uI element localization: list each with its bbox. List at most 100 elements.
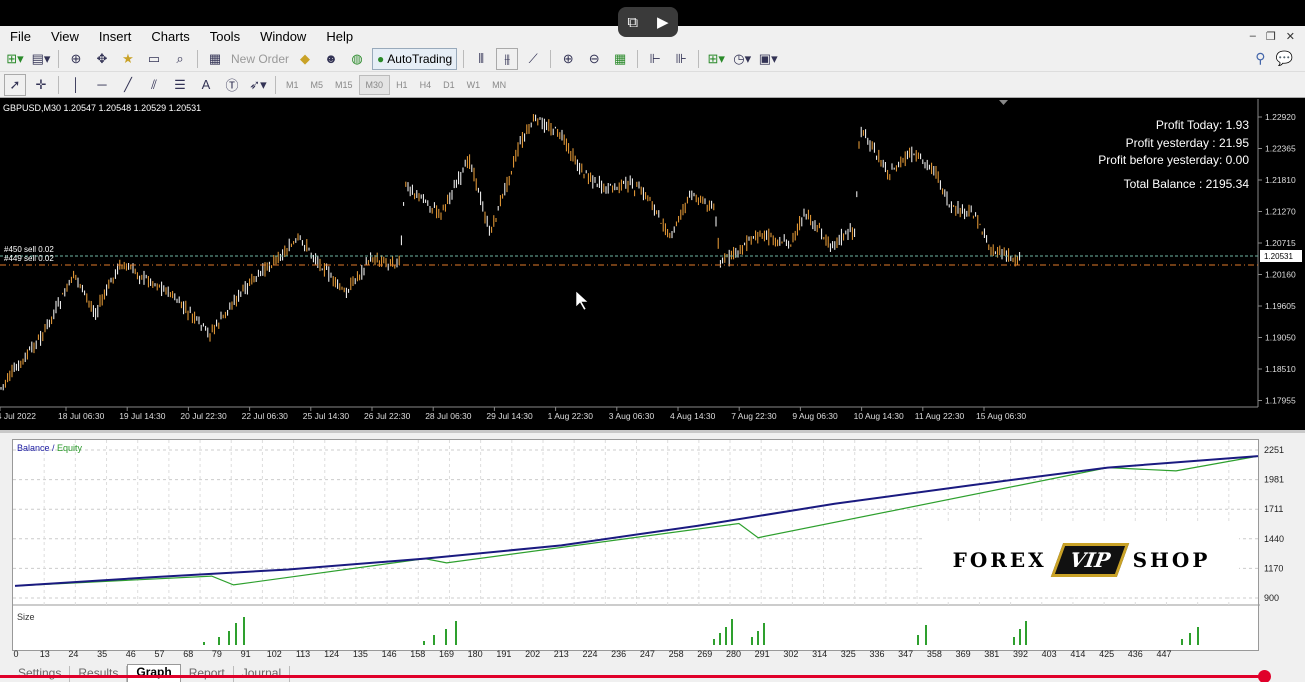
candlestick-chart-icon[interactable]: ⫵ <box>496 47 519 70</box>
current-price-label: 1.20531 <box>1264 252 1293 261</box>
search-icon[interactable]: ⚲ <box>1255 50 1265 67</box>
close-icon[interactable]: ✕ <box>1286 30 1295 43</box>
tab-graph[interactable]: Graph <box>127 664 181 682</box>
graph-y-tick-label: 900 <box>1264 593 1279 603</box>
line-chart-icon[interactable]: ⟋ <box>522 48 544 70</box>
menu-insert[interactable]: Insert <box>89 29 142 44</box>
autotrading-button[interactable]: ● AutoTrading <box>372 47 458 70</box>
tester-tabs: Settings Results Graph Report Journal <box>0 660 1305 682</box>
size-bar <box>433 635 435 645</box>
time-tick-label: 18 Jul 06:30 <box>58 411 105 421</box>
timeframe-m5[interactable]: M5 <box>305 75 330 95</box>
minimize-icon[interactable]: – <box>1250 30 1256 43</box>
video-progress-handle[interactable] <box>1258 670 1271 682</box>
menu-view[interactable]: View <box>41 29 89 44</box>
new-order-button[interactable]: New Order <box>228 52 292 66</box>
tile-windows-icon[interactable]: ▦ <box>609 48 631 70</box>
cursor-icon[interactable]: ➚ <box>4 73 26 96</box>
size-bar <box>243 617 245 645</box>
navigator-icon[interactable]: ★ <box>117 48 139 70</box>
price-tick-label: 1.20160 <box>1265 270 1296 280</box>
profit-yesterday: Profit yesterday : 21.95 <box>1125 135 1249 150</box>
timeframe-w1[interactable]: W1 <box>461 75 487 95</box>
video-progress-bar[interactable] <box>0 675 1265 678</box>
timeframe-h4[interactable]: H4 <box>414 75 438 95</box>
signals-icon[interactable]: ☻ <box>320 48 342 70</box>
minimize-player-icon[interactable]: ⧉ <box>627 14 638 31</box>
bar-chart-icon[interactable]: ⫴ <box>470 48 492 70</box>
horizontal-line-icon[interactable]: ─ <box>91 74 113 96</box>
vertical-line-icon[interactable]: │ <box>65 74 87 96</box>
time-tick-label: 19 Jul 14:30 <box>119 411 166 421</box>
price-tick-label: 1.22365 <box>1265 144 1296 154</box>
menu-help[interactable]: Help <box>316 29 363 44</box>
price-tick-label: 1.17955 <box>1265 396 1296 406</box>
new-order-icon[interactable]: ▦ <box>204 48 226 70</box>
price-tick-label: 1.20715 <box>1265 238 1296 248</box>
menu-window[interactable]: Window <box>250 29 316 44</box>
menu-charts[interactable]: Charts <box>141 29 199 44</box>
timeframe-d1[interactable]: D1 <box>437 75 461 95</box>
profit-today: Profit Today: 1.93 <box>1155 118 1249 132</box>
fibonacci-icon[interactable]: ☰ <box>169 74 191 96</box>
price-chart[interactable]: #450 sell 0.02 #449 sell 0.02 1.20531 1.… <box>0 99 1305 427</box>
price-tick-label: 1.21270 <box>1265 207 1296 217</box>
tab-results[interactable]: Results <box>70 666 128 682</box>
text-label-icon[interactable]: Ⓣ <box>221 74 243 96</box>
tab-journal[interactable]: Journal <box>234 666 291 682</box>
timeframe-m1[interactable]: M1 <box>280 75 305 95</box>
text-icon[interactable]: A <box>195 74 217 96</box>
size-bar <box>1189 633 1191 645</box>
timeframe-mn[interactable]: MN <box>486 75 512 95</box>
chart-shift-marker-icon[interactable] <box>999 100 1008 105</box>
toolbar-separator <box>637 49 639 68</box>
graph-y-tick-label: 1711 <box>1264 504 1283 514</box>
tab-report[interactable]: Report <box>181 666 234 682</box>
size-bar <box>731 619 733 645</box>
indicators-icon[interactable]: ⊞▾ <box>705 48 727 70</box>
zoom-out-icon[interactable]: ⊖ <box>583 48 605 70</box>
time-tick-label: 1 Aug 22:30 <box>548 411 594 421</box>
order-label: #449 sell 0.02 <box>4 254 54 263</box>
forex-vip-shop-logo: FOREX VIP SHOP <box>924 523 1239 597</box>
new-chart-icon[interactable]: ⊞▾ <box>4 48 26 70</box>
profit-info-box: Profit Today: 1.93 Profit yesterday : 21… <box>1098 117 1249 193</box>
play-icon[interactable]: ▶ <box>657 13 669 31</box>
templates-icon[interactable]: ▣▾ <box>757 48 779 70</box>
size-histogram <box>203 617 1199 645</box>
strategy-tester-icon[interactable]: ⌕ <box>169 48 191 70</box>
graph-legend: Balance / Equity <box>17 443 82 453</box>
crosshair-icon[interactable]: ✛ <box>30 74 52 96</box>
metaeditor-icon[interactable]: ◆ <box>294 48 316 70</box>
chat-icon[interactable]: 💬 <box>1276 50 1293 67</box>
arrows-icon[interactable]: ➶▾ <box>247 74 269 96</box>
toolbar-separator <box>550 49 552 68</box>
restore-icon[interactable]: ❐ <box>1266 30 1276 43</box>
data-window-icon[interactable]: ✥ <box>91 48 113 70</box>
autoscroll-icon[interactable]: ⊩ <box>644 48 666 70</box>
profiles-icon[interactable]: ▤▾ <box>30 48 52 70</box>
timeframe-m15[interactable]: M15 <box>329 75 359 95</box>
terminal-icon[interactable]: ▭ <box>143 48 165 70</box>
timeframe-h1[interactable]: H1 <box>390 75 414 95</box>
chart-shift-icon[interactable]: ⊪ <box>670 48 692 70</box>
graph-y-tick-label: 1440 <box>1264 534 1284 544</box>
menu-file[interactable]: File <box>0 29 41 44</box>
trendline-icon[interactable]: ╱ <box>117 74 139 96</box>
timeframe-m30[interactable]: M30 <box>358 74 391 95</box>
autotrading-label: AutoTrading <box>387 51 453 66</box>
zoom-in-icon[interactable]: ⊕ <box>557 48 579 70</box>
menu-tools[interactable]: Tools <box>200 29 250 44</box>
video-player-controls[interactable]: ⧉ ▶ <box>618 7 678 37</box>
periods-icon[interactable]: ◷▾ <box>731 48 753 70</box>
size-bar <box>725 627 727 645</box>
time-tick-label: 7 Aug 22:30 <box>731 411 777 421</box>
market-icon[interactable]: ◍ <box>346 48 368 70</box>
equidistant-channel-icon[interactable]: ⫽ <box>143 74 165 96</box>
line-studies-toolbar: ➚ ✛ │ ─ ╱ ⫽ ☰ A Ⓣ ➶▾ M1 M5 M15 M30 H1 H4… <box>0 72 1305 98</box>
size-bar <box>1025 621 1027 645</box>
size-bar <box>1019 629 1021 645</box>
tab-settings[interactable]: Settings <box>10 666 71 682</box>
legend-balance: Balance <box>17 443 50 453</box>
market-watch-icon[interactable]: ⊕ <box>65 48 87 70</box>
